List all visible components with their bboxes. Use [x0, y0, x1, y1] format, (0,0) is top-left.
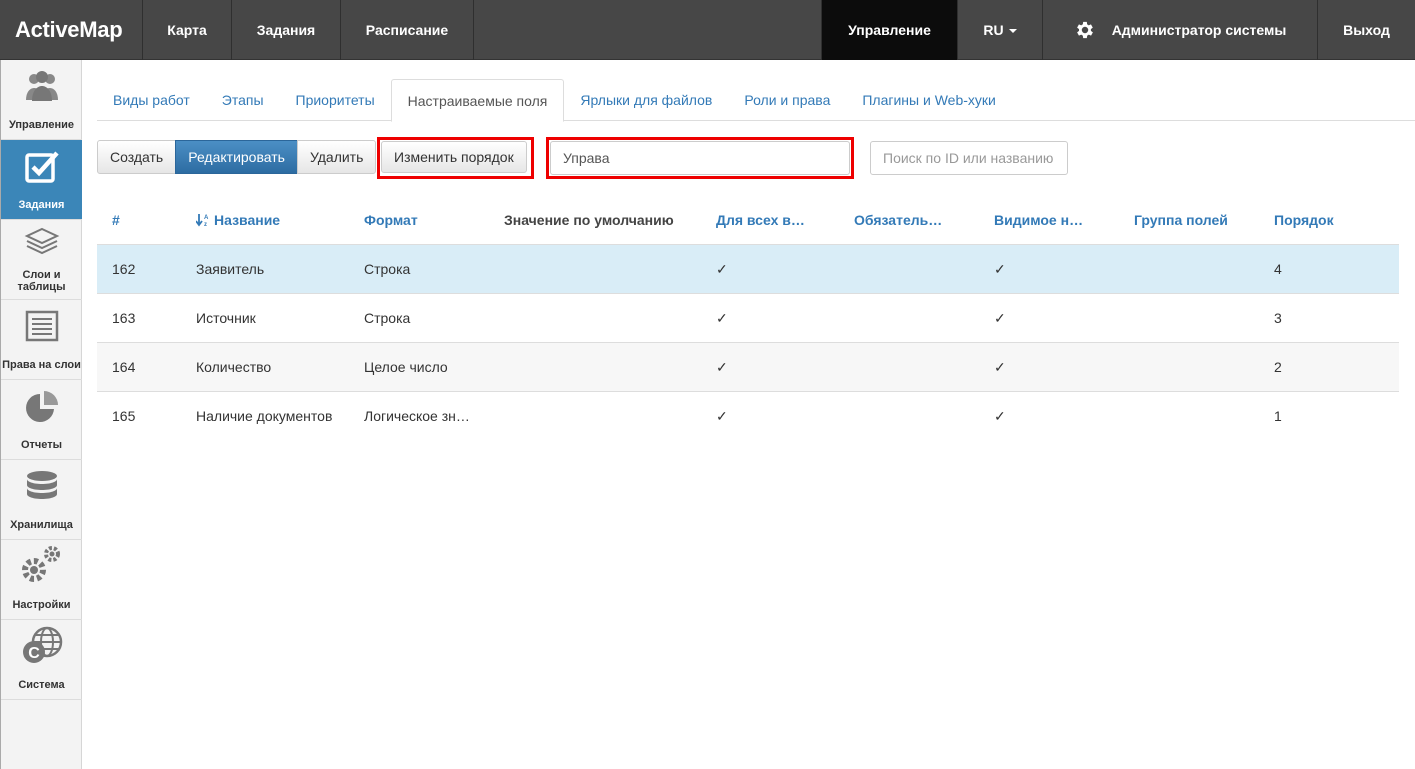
table-row[interactable]: 164 Количество Целое число ✓ ✓ 2 — [97, 342, 1399, 391]
user-menu[interactable]: Администратор системы — [1043, 0, 1318, 60]
fields-table: # Az Название Формат Значение по умолчани… — [97, 196, 1399, 440]
tab-priorities[interactable]: Приоритеты — [280, 79, 391, 121]
brand-logo[interactable]: ActiveMap — [0, 0, 143, 60]
table-row[interactable]: 165 Наличие документов Логическое зн… ✓ … — [97, 391, 1399, 440]
checkbox-icon — [24, 151, 59, 183]
svg-text:z: z — [204, 222, 207, 227]
language-label: RU — [983, 22, 1004, 38]
search-input[interactable]: Поиск по ID или названию — [870, 141, 1068, 175]
user-name: Администратор системы — [1111, 22, 1287, 38]
language-dropdown[interactable]: RU — [958, 0, 1043, 60]
logout-button[interactable]: Выход — [1318, 0, 1415, 60]
col-default: Значение по умолчанию — [504, 212, 674, 228]
delete-button[interactable]: Удалить — [296, 140, 377, 174]
table-header: # Az Название Формат Значение по умолчани… — [97, 196, 1399, 244]
edit-button[interactable]: Редактировать — [175, 140, 298, 174]
gear-icon — [1076, 21, 1093, 39]
col-group[interactable]: Группа полей — [1134, 212, 1274, 228]
list-icon — [25, 310, 58, 342]
col-id[interactable]: # — [97, 212, 196, 228]
tab-stages[interactable]: Этапы — [206, 79, 280, 121]
sidebar-item-reports[interactable]: Отчеты — [1, 380, 82, 460]
pie-chart-icon — [25, 391, 58, 422]
sidebar-item-system[interactable]: C Система — [1, 620, 82, 700]
sidebar-item-storage[interactable]: Хранилища — [1, 460, 82, 540]
col-all[interactable]: Для всех в… — [714, 212, 854, 228]
table-row[interactable]: 162 Заявитель Строка ✓ ✓ 4 — [97, 244, 1399, 293]
svg-text:C: C — [28, 645, 40, 662]
nav-tasks[interactable]: Задания — [232, 0, 341, 60]
top-navbar: ActiveMap Карта Задания Расписание Управ… — [0, 0, 1415, 60]
users-icon — [25, 71, 58, 101]
col-name[interactable]: Az Название — [196, 212, 364, 228]
gears-icon — [21, 546, 60, 582]
globe-icon: C — [22, 626, 62, 663]
caret-down-icon — [1008, 29, 1017, 34]
tab-plugins[interactable]: Плагины и Web-хуки — [846, 79, 1011, 121]
nav-map[interactable]: Карта — [143, 0, 232, 60]
col-format[interactable]: Формат — [364, 212, 504, 228]
sidebar-item-layer-rights[interactable]: Права на слои — [1, 300, 82, 380]
sidebar-item-settings[interactable]: Настройки — [1, 540, 82, 620]
sidebar-item-admin[interactable]: Управление — [1, 60, 82, 140]
tabs-bar: Виды работ Этапы Приоритеты Настраиваемы… — [97, 79, 1415, 122]
group-field-input[interactable]: Управа — [550, 141, 850, 175]
database-icon — [26, 471, 57, 499]
sidebar-item-layers[interactable]: Слои и таблицы — [1, 220, 82, 300]
reorder-button[interactable]: Изменить порядок — [381, 141, 527, 173]
col-order[interactable]: Порядок — [1274, 212, 1399, 228]
layers-icon — [24, 227, 59, 255]
toolbar: Создать Редактировать Удалить — [97, 140, 377, 176]
create-button[interactable]: Создать — [97, 140, 177, 174]
table-row[interactable]: 163 Источник Строка ✓ ✓ 3 — [97, 293, 1399, 342]
col-visible[interactable]: Видимое н… — [994, 212, 1134, 228]
tab-work-types[interactable]: Виды работ — [97, 79, 206, 121]
tab-custom-fields[interactable]: Настраиваемые поля — [390, 79, 565, 122]
svg-text:A: A — [204, 215, 209, 221]
nav-schedule[interactable]: Расписание — [341, 0, 474, 60]
sidebar-item-tasks[interactable]: Задания — [1, 140, 82, 220]
sort-icon: Az — [196, 214, 209, 227]
sidebar: Управление Задания Слои и таблицы Права … — [0, 60, 82, 769]
tab-file-labels[interactable]: Ярлыки для файлов — [564, 79, 728, 121]
nav-admin[interactable]: Управление — [822, 0, 958, 60]
tab-roles[interactable]: Роли и права — [728, 79, 846, 121]
col-required[interactable]: Обязатель… — [854, 212, 994, 228]
main-content: Виды работ Этапы Приоритеты Настраиваемы… — [82, 60, 1415, 769]
